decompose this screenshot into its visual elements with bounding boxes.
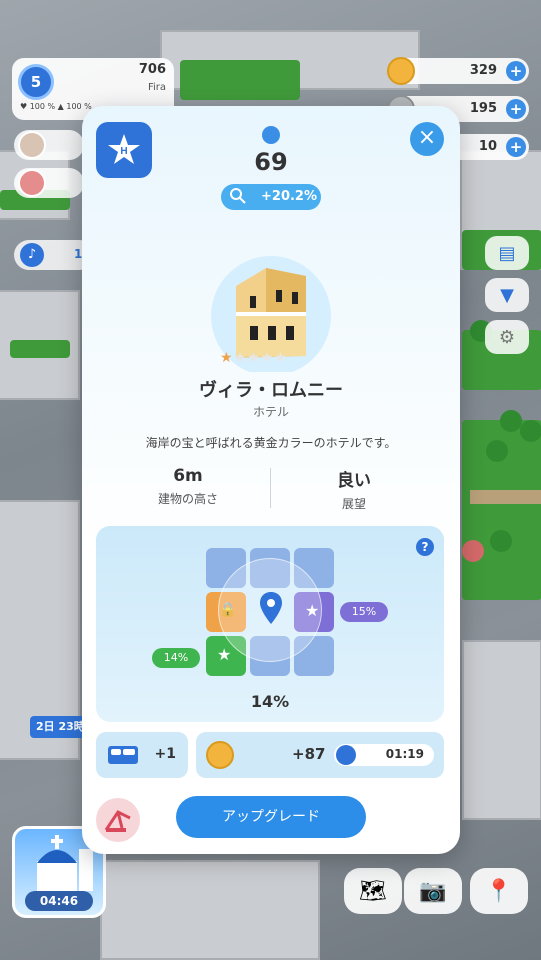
advisor-face-icon: [18, 131, 46, 159]
star-icon-empty: ★★★★: [233, 350, 288, 366]
view-label: 展望: [341, 497, 366, 511]
demolish-button[interactable]: [96, 798, 140, 842]
advisor-face-icon: [18, 169, 46, 197]
boost-value: +20.2%: [261, 189, 317, 204]
advisor-avatar-2[interactable]: [14, 168, 84, 198]
total-bonus: 14%: [250, 692, 290, 711]
building-info-modal: H × 69 +20.2% ★★★★★ ヴィラ・ロムニー ホテル 海岸の宝と呼ば…: [82, 106, 460, 854]
camera-button[interactable]: 📷: [404, 868, 462, 914]
advisor-avatar-1[interactable]: [14, 130, 84, 160]
star-icon-filled: ★: [220, 350, 234, 366]
coin-icon: [206, 741, 234, 769]
score-icon: [262, 126, 280, 144]
income-panel: +87 01:19: [196, 732, 444, 778]
gear-icon: ⚙: [498, 326, 516, 348]
world-map-button[interactable]: 📍: [470, 868, 528, 914]
add-silver-button[interactable]: +: [506, 99, 526, 119]
clipboard-icon: ▤: [498, 242, 516, 264]
star-rating: ★★★★★: [220, 350, 288, 366]
diamond-icon: ▼: [500, 284, 514, 306]
building-image: ★★★★★: [206, 246, 336, 376]
clock-icon: [336, 745, 356, 765]
population-count: 706: [138, 62, 166, 77]
upgrade-button[interactable]: アップグレード: [176, 796, 366, 838]
music-note-icon: ♪: [20, 243, 44, 267]
building-score: 69: [254, 148, 288, 176]
gem-value: 10: [478, 139, 497, 154]
add-coins-button[interactable]: +: [506, 61, 526, 81]
building-name: ヴィラ・ロムニー: [199, 380, 343, 401]
boost-badge: +20.2%: [221, 184, 321, 210]
building-description: 海岸の宝と呼ばれる黄金カラーのホテルです。: [145, 436, 397, 450]
quest-list-button[interactable]: ▤: [485, 236, 529, 270]
coin-value: 329: [469, 63, 497, 78]
silver-value: 195: [469, 101, 497, 116]
hotel-star-icon: ★: [217, 645, 232, 664]
magnifier-icon: [229, 187, 247, 209]
location-pin-icon: [260, 592, 282, 624]
church-timer: 04:46: [25, 891, 93, 911]
height-label: 建物の高さ: [157, 492, 218, 506]
map-quest-button[interactable]: 🗺: [344, 868, 402, 914]
left-bonus-tag: 14%: [152, 648, 200, 668]
coin-counter[interactable]: 329 +: [387, 57, 529, 85]
stat-divider: [270, 468, 271, 508]
help-icon[interactable]: ?: [416, 538, 434, 556]
bed-count: +1: [154, 746, 176, 762]
height-stat: 6m 建物の高さ: [108, 466, 268, 507]
coin-icon: [387, 57, 415, 85]
view-value: 良い: [337, 471, 371, 491]
right-bonus-tag: 15%: [340, 602, 388, 622]
income-timer-value: 01:19: [385, 747, 424, 761]
income-timer: 01:19: [334, 744, 434, 766]
building-type: ホテル: [252, 405, 289, 419]
diamond-button[interactable]: ▼: [485, 278, 529, 312]
income-amount: +87: [292, 745, 326, 763]
adjacency-grid-panel: ? 🔒 ★ ★ 15% 14% 14%: [96, 526, 444, 722]
location-pin-icon: 📍: [485, 878, 513, 904]
city-name: Fira: [147, 82, 166, 93]
settings-button[interactable]: ⚙: [485, 320, 529, 354]
height-value: 6m: [173, 466, 203, 486]
camera-icon: 📷: [419, 878, 447, 904]
crane-icon: [104, 810, 131, 832]
bed-capacity: +1: [96, 732, 188, 778]
view-stat: 良い 展望: [274, 466, 434, 512]
bed-icon: [108, 746, 138, 764]
happiness-stats: ♥ 100 % ▲ 100 %: [20, 102, 92, 111]
map-icon: 🗺: [359, 878, 387, 904]
level-badge: 5: [18, 64, 54, 100]
add-gems-button[interactable]: +: [506, 137, 526, 157]
